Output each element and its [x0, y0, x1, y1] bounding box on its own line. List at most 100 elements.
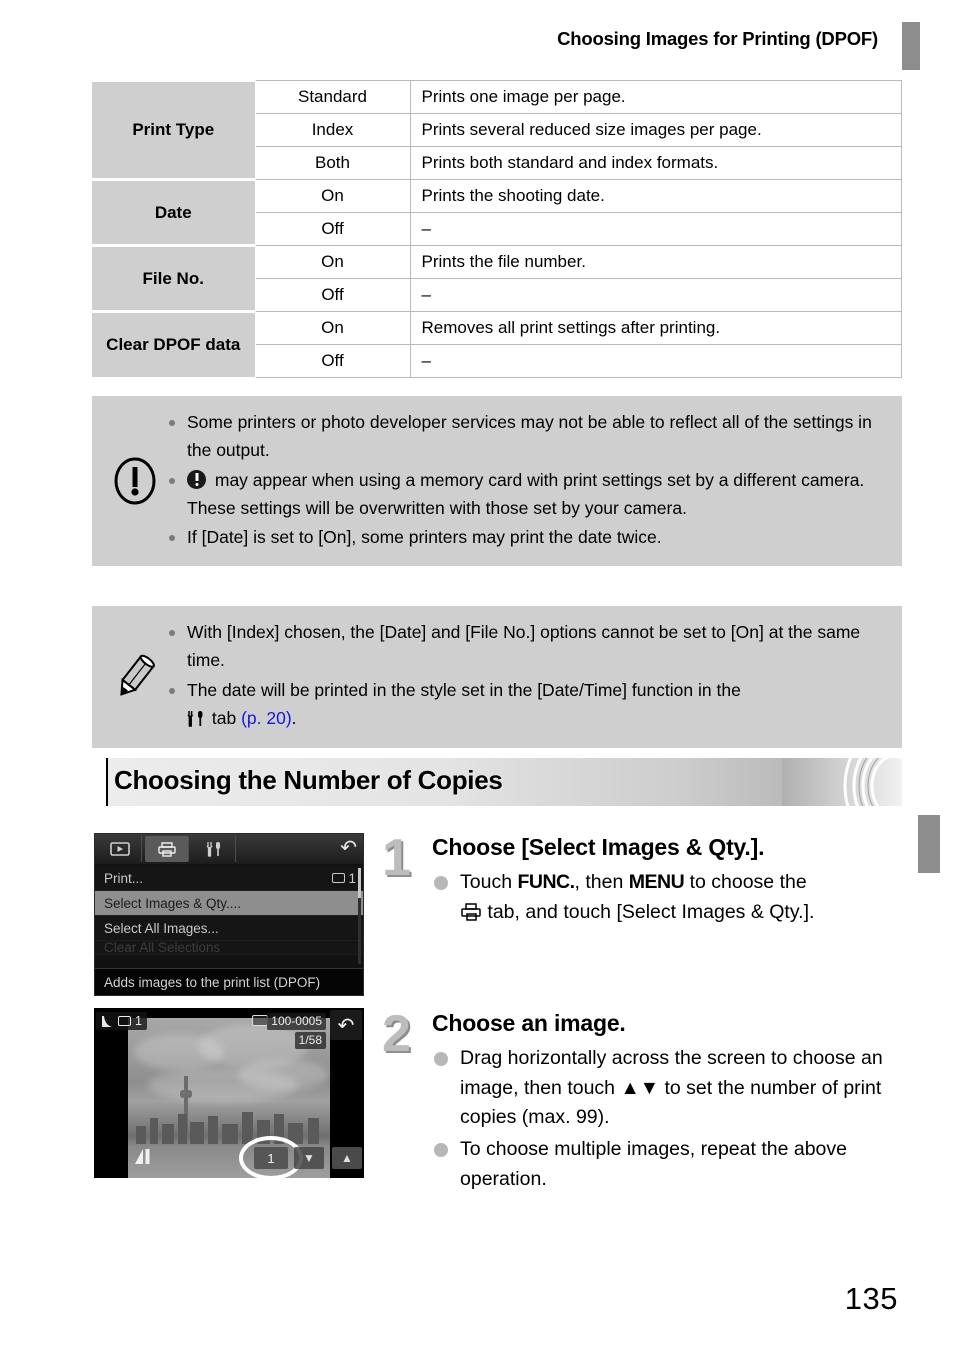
menu-item-value: 1	[332, 871, 356, 886]
bullet-icon	[169, 420, 175, 426]
camera-screenshot-image-select: 1 100-0005 1/58 ↶ 1 ▼ ▲	[94, 1008, 364, 1178]
skyline-shape	[208, 1116, 218, 1144]
menu-item-value-text: 1	[348, 870, 356, 886]
print-count-indicator: 1	[96, 1012, 147, 1030]
step-content: Choose [Select Images & Qty.]. Touch FUN…	[432, 834, 904, 929]
cloud-shape	[238, 1060, 328, 1090]
table-row: Print Type Standard Prints one image per…	[92, 79, 902, 180]
skyline-shape	[308, 1118, 319, 1144]
table-cell-description: –	[409, 212, 902, 246]
menu-button-label: MENU	[628, 871, 685, 893]
table-cell-option: On	[254, 179, 411, 213]
playback-tab-icon[interactable]	[98, 836, 142, 862]
note-text-1: With [Index] chosen, the [Date] and [Fil…	[187, 622, 861, 671]
step-title: Choose [Select Images & Qty.].	[432, 834, 765, 860]
table-cell-option: On	[254, 245, 411, 279]
table-cell-category: Clear DPOF data	[92, 310, 256, 378]
section-heading-text: Choosing the Number of Copies	[114, 765, 503, 795]
menu-item-select-images-qty[interactable]: Select Images & Qty....	[95, 891, 363, 916]
table-cell-description: –	[409, 344, 902, 378]
table-row: Date On Prints the shooting date.	[92, 178, 902, 246]
menu-item-select-all-images[interactable]: Select All Images...	[95, 916, 363, 941]
table-cell-option: Off	[254, 278, 411, 312]
table-cell-description: Prints several reduced size images per p…	[409, 113, 902, 147]
step-number: 2	[382, 1005, 411, 1063]
step2-text-2: To choose multiple images, repeat the ab…	[460, 1137, 847, 1190]
exclamation-circle-icon	[106, 396, 164, 566]
camera-menu-tabbar: ↶	[95, 834, 363, 864]
print-settings-table: Print Type Standard Prints one image per…	[92, 79, 902, 378]
table-cell-description: Prints one image per page.	[409, 80, 902, 114]
print-count-value: 1	[135, 1014, 142, 1028]
bullet-dot-icon	[434, 1142, 448, 1157]
list-item: With [Index] chosen, the [Date] and [Fil…	[166, 618, 888, 675]
table-cell-category: Date	[92, 178, 256, 246]
print-count-icon	[118, 1016, 131, 1026]
camera-screenshot-print-menu: ↶ Print... 1 Select Images & Qty.... Sel…	[94, 833, 364, 996]
page-header: Choosing Images for Printing (DPOF)	[0, 16, 954, 70]
list-item: If [Date] is set to [On], some printers …	[166, 523, 888, 551]
section-heading-bar: Choosing the Number of Copies	[106, 758, 902, 806]
memory-card-icon	[252, 1015, 268, 1026]
warning-text-1: Some printers or photo developer service…	[187, 412, 872, 461]
print-tab-icon[interactable]	[145, 836, 189, 862]
camera-back-button[interactable]: ↶	[330, 1010, 362, 1040]
menu-item-label: Select All Images...	[104, 920, 219, 936]
bullet-icon	[169, 687, 175, 694]
inline-exclamation-icon	[187, 469, 206, 489]
pencil-icon	[106, 606, 164, 748]
table-cell-option: Both	[254, 146, 411, 180]
menu-item-label: Clear All Selections	[104, 940, 221, 955]
copy-quantity-field[interactable]: 1	[254, 1147, 288, 1169]
table-cell-option: Off	[254, 344, 411, 378]
table-cell-option: Index	[254, 113, 411, 147]
skyline-shape	[136, 1126, 146, 1144]
file-number-badge: 100-0005	[267, 1013, 326, 1030]
increase-copies-button[interactable]: ▲	[332, 1147, 362, 1169]
note-text-2-pre: The date will be printed in the style se…	[187, 679, 741, 700]
camera-back-button[interactable]: ↶	[340, 838, 357, 858]
page-reference-link[interactable]: (p. 20)	[241, 708, 292, 728]
print-count-icon	[332, 873, 346, 883]
table-cell-description: Removes all print settings after printin…	[409, 311, 902, 345]
step1-text-post: to choose the	[684, 871, 807, 893]
skyline-shape	[150, 1118, 158, 1144]
skyline-shape	[222, 1124, 238, 1144]
settings-tab-icon[interactable]	[192, 836, 236, 862]
note-text-2-end: .	[291, 708, 297, 729]
frame-counter-badge: 1/58	[294, 1032, 326, 1049]
side-tab-marker	[918, 815, 940, 873]
image-quality-icon	[134, 1148, 154, 1169]
list-item: Some printers or photo developer service…	[166, 408, 888, 465]
bullet-dot-icon	[434, 1052, 448, 1066]
decrease-copies-button[interactable]: ▼	[294, 1147, 324, 1169]
list-item: may appear when using a memory card with…	[166, 466, 888, 523]
table-cell-description: Prints the shooting date.	[409, 179, 902, 213]
settings-tab-icon	[187, 706, 207, 734]
func-button-label: FUNC.	[517, 871, 575, 893]
bullet-icon	[169, 477, 175, 484]
table-cell-category: Print Type	[92, 79, 256, 180]
camera-menu-scrollbar[interactable]	[358, 868, 361, 898]
menu-item-label: Print...	[104, 870, 144, 886]
skyline-shape	[162, 1124, 174, 1144]
list-item: Drag horizontally across the screen to c…	[432, 1044, 904, 1133]
warning-text-3: If [Date] is set to [On], some printers …	[187, 527, 662, 548]
print-tab-glyph-icon	[460, 901, 487, 923]
skyline-shape	[190, 1122, 204, 1144]
note-callout: With [Index] chosen, the [Date] and [Fil…	[92, 606, 902, 748]
bullet-dot-icon	[434, 876, 448, 890]
up-down-arrows-icon: ▲▼	[620, 1076, 660, 1099]
step-title: Choose an image.	[432, 1010, 626, 1036]
table-cell-description: Prints both standard and index formats.	[409, 146, 902, 180]
step-content: Choose an image. Drag horizontally acros…	[432, 1010, 904, 1196]
note-text-2-mid: tab	[211, 708, 237, 729]
menu-item-clear-all-selections[interactable]: Clear All Selections	[95, 940, 363, 955]
table-cell-description: –	[409, 278, 902, 312]
table-cell-category: File No.	[92, 244, 256, 312]
menu-item-print[interactable]: Print... 1	[95, 866, 363, 891]
chapter-tab-marker	[902, 22, 920, 70]
table-row: File No. On Prints the file number.	[92, 244, 902, 312]
step1-text-pre: Touch	[460, 871, 518, 893]
page-number: 135	[844, 1281, 898, 1316]
